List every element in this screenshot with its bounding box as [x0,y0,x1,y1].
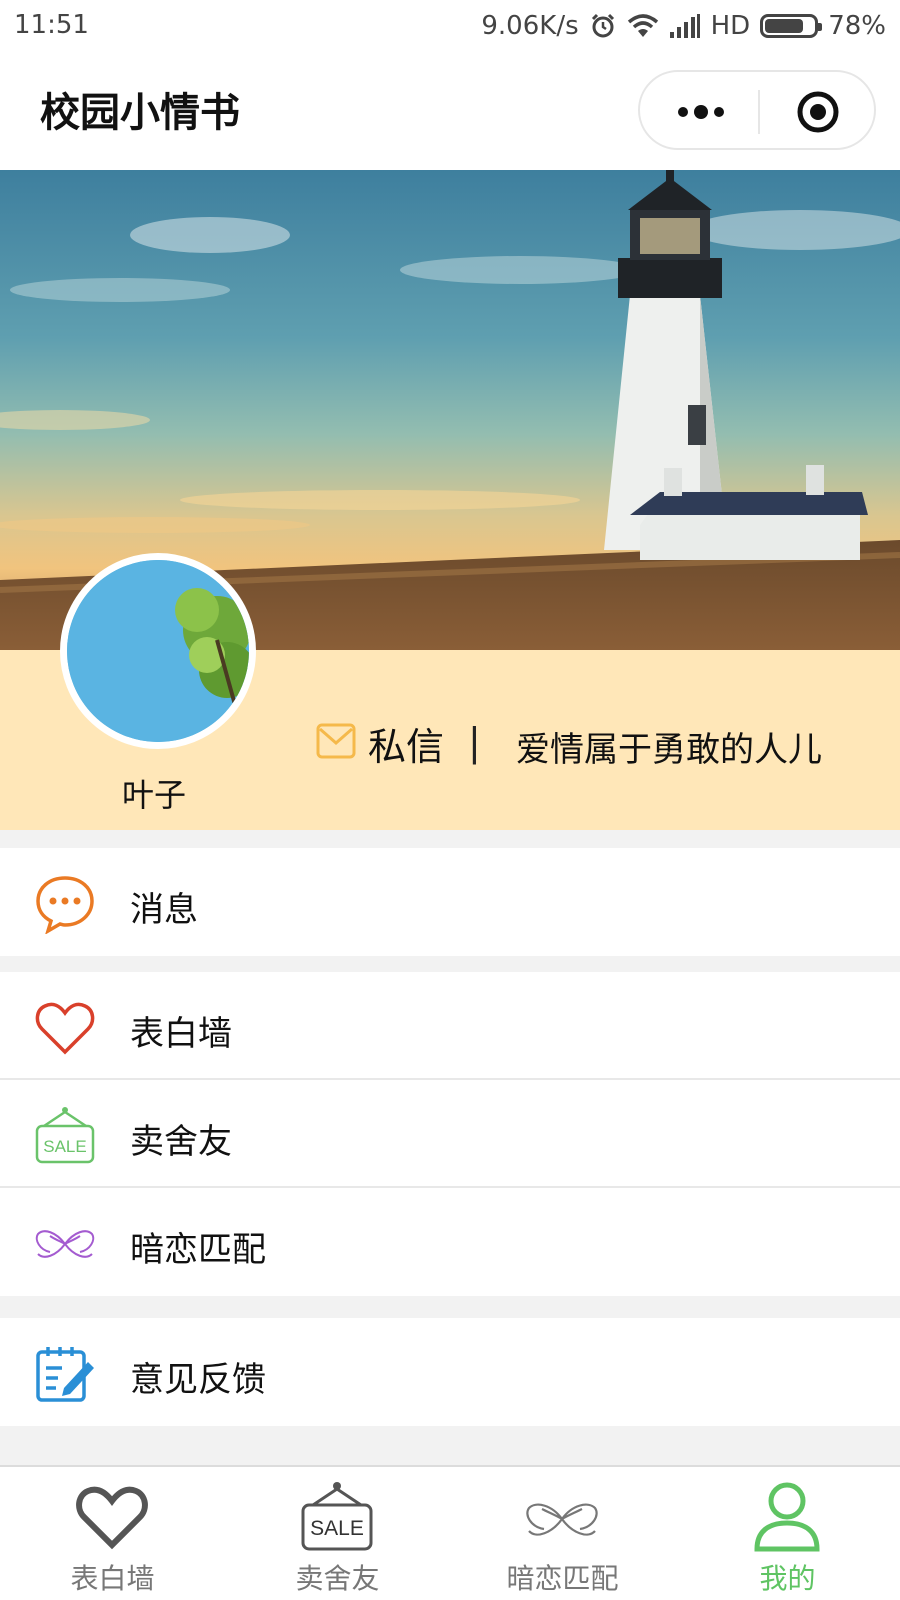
tab-label: 表白墙 [70,1562,155,1595]
page-title: 校园小情书 [40,90,240,136]
person-icon [747,1481,827,1553]
menu-item-label: 暗恋匹配 [130,1230,266,1270]
chat-bubble-icon [34,874,96,934]
battery-fill [765,19,803,33]
more-icon[interactable] [676,102,726,122]
private-message-link[interactable]: 私信 [316,718,445,769]
alarm-icon [589,12,617,40]
sale-sign-text: SALE [310,1517,364,1540]
status-bar: 11:51 9.06K/s HD 78% [0,0,900,52]
status-time: 11:51 [14,10,89,40]
tab-confession-wall[interactable]: 表白墙 [0,1467,225,1600]
menu-item-label: 消息 [130,890,198,930]
tab-label: 暗恋匹配 [506,1562,619,1595]
menu-item-label: 表白墙 [130,1014,232,1054]
close-miniprogram-icon[interactable] [796,90,840,134]
menu-item-crush-match[interactable]: 暗恋匹配 [0,1188,900,1296]
user-name: 叶子 [122,776,187,814]
capsule-divider [758,90,760,134]
menu-item-feedback[interactable]: 意见反馈 [0,1318,900,1426]
avatar[interactable] [60,553,256,749]
feedback-edit-icon [34,1344,96,1404]
battery-percent: 78% [828,11,886,41]
menu-group-messages: 消息 [0,848,900,956]
menu-item-messages[interactable]: 消息 [0,848,900,956]
tab-bar: 表白墙 SALE 卖舍友 暗恋匹配 我的 [0,1465,900,1600]
miniprogram-capsule [638,70,876,150]
menu-item-label: 卖舍友 [130,1122,232,1162]
menu-group-feedback: 意见反馈 [0,1318,900,1426]
battery-icon [760,14,823,38]
sale-sign-icon: SALE [297,1481,377,1553]
network-speed: 9.06K/s [481,11,579,41]
signal-icon [669,14,701,38]
tab-sell-roommate[interactable]: SALE 卖舍友 [225,1467,450,1600]
menu-group-features: 表白墙 SALE 卖舍友 暗恋匹配 [0,972,900,1296]
sale-sign-text: SALE [43,1137,86,1156]
private-message-label: 私信 [368,724,445,769]
tab-label: 卖舍友 [295,1562,380,1595]
network-type: HD [710,11,751,41]
heart-icon [72,1481,152,1553]
separator: | [468,720,481,764]
menu-item-confession-wall[interactable]: 表白墙 [0,972,900,1080]
nav-bar: 校园小情书 [0,52,900,170]
menu-item-sell-roommate[interactable]: SALE 卖舍友 [0,1080,900,1188]
bow-icon [34,1214,96,1274]
wifi-icon [627,13,659,39]
tab-label: 我的 [759,1562,816,1595]
bow-icon [522,1481,602,1553]
heart-icon [34,998,96,1058]
mail-icon [316,721,356,765]
sale-sign-icon: SALE [34,1106,96,1166]
menu-item-label: 意见反馈 [130,1360,266,1400]
tab-mine[interactable]: 我的 [675,1467,900,1600]
user-motto: 爱情属于勇敢的人儿 [516,730,822,770]
status-indicators: 9.06K/s HD 78% [481,8,886,44]
tab-crush-match[interactable]: 暗恋匹配 [450,1467,675,1600]
